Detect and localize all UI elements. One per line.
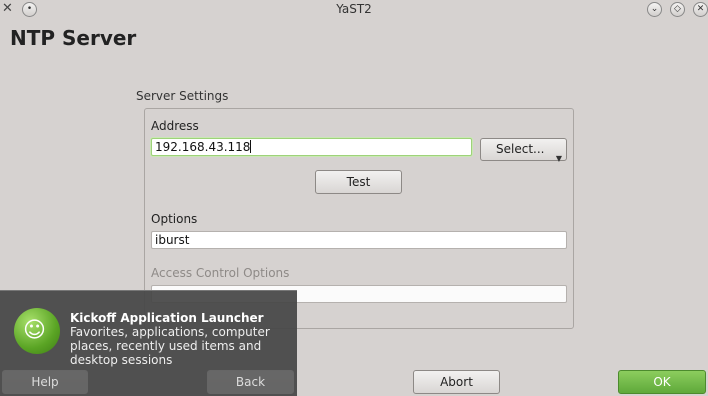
access-control-label: Access Control Options — [151, 266, 290, 280]
abort-button[interactable]: Abort — [413, 370, 500, 394]
close-icon[interactable]: ✕ — [693, 2, 708, 17]
tooltip-title: Kickoff Application Launcher — [70, 311, 264, 325]
options-label: Options — [151, 212, 198, 226]
text-caret — [250, 140, 252, 153]
server-settings-label: Server Settings — [136, 89, 229, 103]
address-value: 192.168.43.118 — [155, 140, 251, 154]
chevron-down-icon: ▼ — [555, 154, 562, 163]
back-button-overlay-label: Back — [235, 375, 266, 389]
maximize-icon[interactable]: ◇ — [670, 2, 685, 17]
options-value: iburst — [155, 233, 190, 247]
ok-button[interactable]: OK — [618, 370, 706, 394]
help-button-overlay-label: Help — [31, 375, 59, 389]
abort-button-label: Abort — [440, 375, 473, 389]
address-label: Address — [151, 119, 199, 133]
ok-button-label: OK — [653, 375, 671, 389]
select-button-label: Select... — [496, 142, 545, 156]
title-bar: ✕ • YaST2 ⌄ ◇ ✕ — [0, 0, 708, 19]
select-button[interactable]: Select... ▼ — [480, 138, 567, 163]
tooltip-description: Favorites, applications, computer places… — [70, 325, 270, 367]
options-input[interactable]: iburst — [151, 231, 567, 249]
test-button[interactable]: Test — [315, 170, 402, 194]
help-button-overlay[interactable]: Help — [2, 370, 88, 394]
back-button-overlay[interactable]: Back — [207, 370, 294, 394]
page-title: NTP Server — [10, 26, 137, 50]
minimize-icon[interactable]: ⌄ — [647, 2, 662, 17]
test-button-label: Test — [346, 175, 371, 189]
window-title: YaST2 — [336, 2, 372, 16]
kickoff-logo-icon: ☺ — [14, 308, 60, 354]
address-input[interactable]: 192.168.43.118 — [151, 138, 472, 156]
